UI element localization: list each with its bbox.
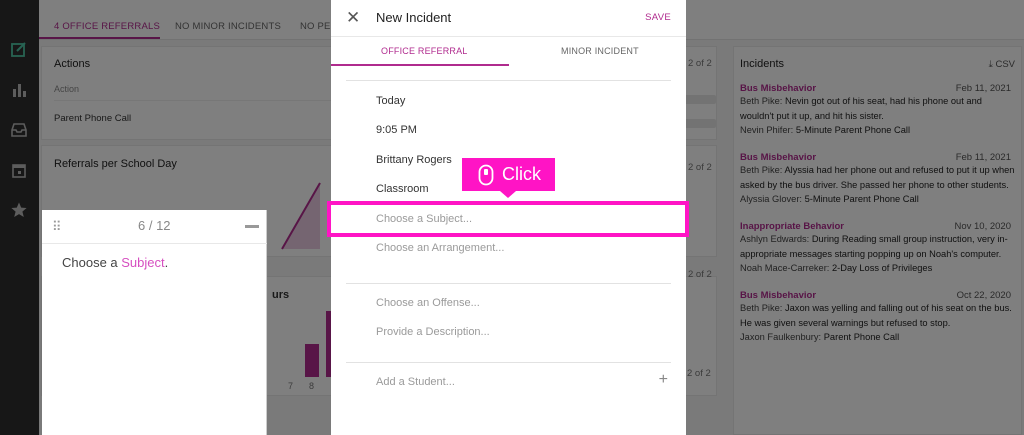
mouse-icon [478, 164, 494, 185]
tutorial-step-counter: 6 / 12 [138, 218, 171, 233]
description-input[interactable]: Provide a Description... [376, 326, 490, 338]
tab-minor-incident[interactable]: MINOR INCIDENT [561, 46, 639, 56]
arrangement-select[interactable]: Choose an Arrangement... [376, 242, 504, 254]
tutorial-instruction: Choose a Subject. [62, 255, 168, 270]
offense-select[interactable]: Choose an Offense... [376, 297, 480, 309]
save-button[interactable]: SAVE [645, 12, 671, 23]
minimize-icon[interactable] [245, 225, 259, 228]
date-field[interactable]: Today [376, 95, 405, 107]
close-icon[interactable]: ✕ [346, 8, 360, 28]
modal-title: New Incident [376, 10, 452, 25]
student-input[interactable]: Add a Student... [376, 376, 455, 388]
highlight-box [327, 201, 689, 237]
drag-handle-icon[interactable]: ⠿ [52, 219, 61, 235]
active-tab-underline [331, 64, 509, 66]
tab-office-referral[interactable]: OFFICE REFERRAL [381, 46, 468, 56]
divider [42, 243, 267, 244]
time-field[interactable]: 9:05 PM [376, 124, 417, 136]
add-student-plus-icon[interactable]: + [659, 371, 668, 389]
click-label: Click [502, 164, 541, 184]
instruction-highlight: Subject [121, 255, 165, 270]
divider [346, 283, 671, 284]
click-annotation-tail [500, 191, 516, 198]
click-annotation: Click [462, 158, 555, 191]
divider [331, 36, 686, 37]
divider [346, 362, 671, 363]
reporter-field[interactable]: Brittany Rogers [376, 154, 452, 166]
location-field[interactable]: Classroom [376, 183, 429, 195]
tutorial-panel: ⠿ 6 / 12 Choose a Subject. [42, 210, 267, 435]
divider [346, 80, 671, 81]
instruction-end: . [164, 255, 169, 270]
instruction-text: Choose a [62, 255, 122, 270]
